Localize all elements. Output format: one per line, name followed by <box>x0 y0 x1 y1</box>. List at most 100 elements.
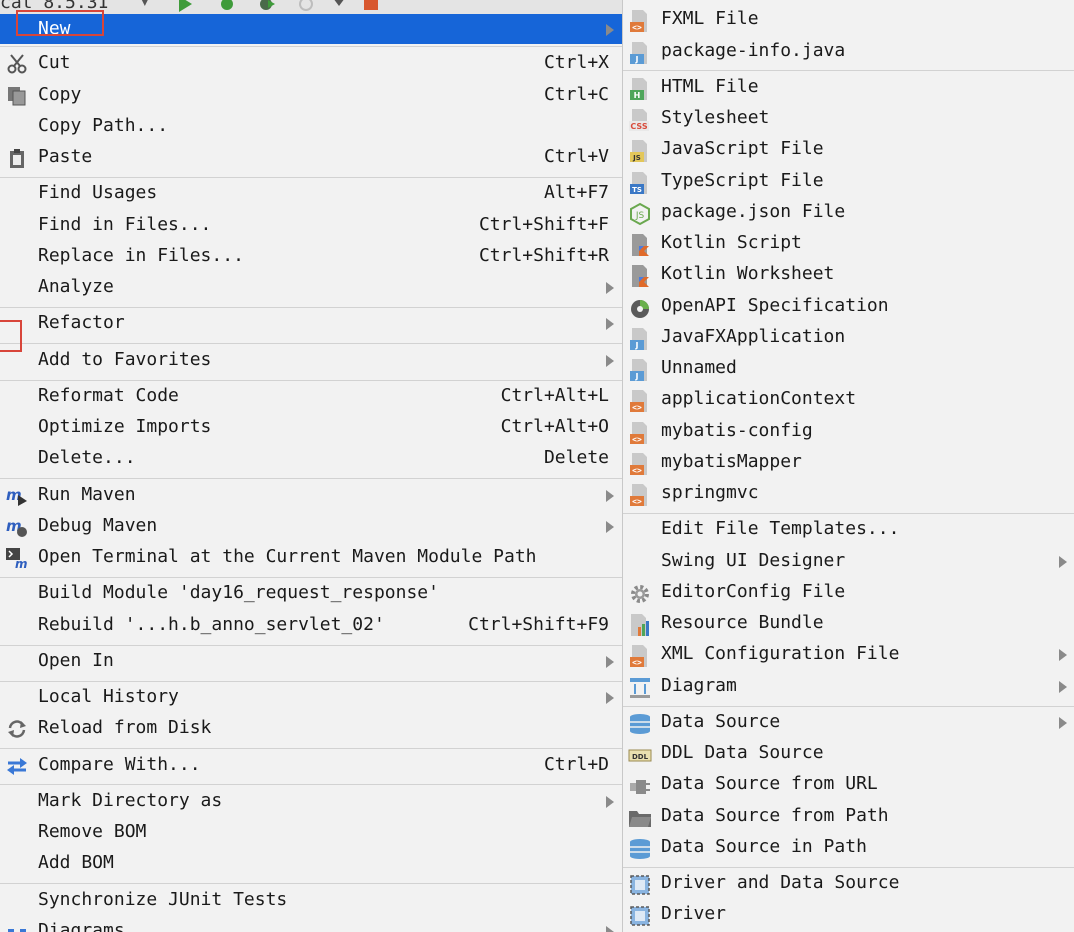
menu-item-label: Replace in Files... <box>38 245 244 266</box>
menu-item-label: Add BOM <box>38 852 114 873</box>
menu-item-run-maven[interactable]: m Run Maven <box>0 480 622 510</box>
menu-item-open-in[interactable]: Open In <box>0 646 622 676</box>
openapi-icon <box>631 300 649 318</box>
ddl-icon: DDL <box>628 749 652 762</box>
menu-item-find-in-files[interactable]: Find in Files... Ctrl+Shift+F <box>0 210 622 240</box>
maven-terminal-icon: m <box>6 548 28 569</box>
submenu-item-label: EditorConfig File <box>661 581 846 602</box>
submenu-item-data-source-from-path[interactable]: Data Source from Path <box>623 801 1074 831</box>
submenu-item-edit-file-templates[interactable]: Edit File Templates... <box>623 514 1074 544</box>
menu-item-remove-bom[interactable]: Remove BOM <box>0 817 622 847</box>
submenu-item-openapi-specification[interactable]: OpenAPI Specification <box>623 291 1074 321</box>
menu-item-compare-with[interactable]: Compare With... Ctrl+D <box>0 750 622 780</box>
svg-text:J: J <box>635 55 639 64</box>
java-file-icon: J <box>630 42 647 64</box>
submenu-item-unnamed[interactable]: J Unnamed <box>623 353 1074 383</box>
submenu-item-swing-ui-designer[interactable]: Swing UI Designer <box>623 546 1074 576</box>
submenu-item-applicationcontext[interactable]: <> applicationContext <box>623 384 1074 414</box>
menu-separator <box>0 748 622 749</box>
submenu-item-data-source[interactable]: Data Source <box>623 707 1074 737</box>
submenu-item-diagram[interactable]: Diagram <box>623 671 1074 701</box>
menu-item-label: Local History <box>38 686 179 707</box>
submenu-item-javascript-file[interactable]: JS JavaScript File <box>623 134 1074 164</box>
debug-icon[interactable] <box>218 0 236 12</box>
more-run-options-icon[interactable] <box>330 0 348 12</box>
profile-icon[interactable] <box>298 0 316 12</box>
menu-item-diagrams[interactable]: Diagrams <box>0 916 622 932</box>
menu-item-delete[interactable]: Delete... Delete <box>0 443 622 473</box>
submenu-item-ddl-data-source[interactable]: DDL DDL Data Source <box>623 738 1074 768</box>
java-file-icon: J <box>630 328 647 350</box>
submenu-item-label: Data Source in Path <box>661 836 867 857</box>
menu-item-cut[interactable]: Cut Ctrl+X <box>0 48 622 78</box>
submenu-item-kotlin-script[interactable]: Kotlin Script <box>623 228 1074 258</box>
submenu-item-label: JavaFXApplication <box>661 326 846 347</box>
driver-icon <box>630 906 650 926</box>
css-file-icon: CSS <box>629 109 649 131</box>
menu-item-refactor[interactable]: Refactor <box>0 308 622 338</box>
submenu-item-resource-bundle[interactable]: Resource Bundle <box>623 608 1074 638</box>
coverage-icon[interactable] <box>258 0 276 12</box>
menu-item-local-history[interactable]: Local History <box>0 682 622 712</box>
submenu-item-fxml-file[interactable]: <> FXML File <box>623 4 1074 34</box>
submenu-separator <box>623 70 1074 71</box>
menu-item-debug-maven[interactable]: m Debug Maven <box>0 511 622 541</box>
menu-item-synchronize-junit-tests[interactable]: Synchronize JUnit Tests <box>0 885 622 915</box>
submenu-item-mybatismapper[interactable]: <> mybatisMapper <box>623 447 1074 477</box>
menu-item-copy[interactable]: Copy Ctrl+C <box>0 80 622 110</box>
menu-item-mark-directory-as[interactable]: Mark Directory as <box>0 786 622 816</box>
menu-item-label: Build Module 'day16_request_response' <box>38 582 439 603</box>
submenu-item-mybatis-config[interactable]: <> mybatis-config <box>623 416 1074 446</box>
menu-item-open-terminal[interactable]: m Open Terminal at the Current Maven Mod… <box>0 542 622 572</box>
submenu-item-label: mybatis-config <box>661 420 813 441</box>
submenu-item-javafxapplication[interactable]: J JavaFXApplication <box>623 322 1074 352</box>
submenu-item-editorconfig-file[interactable]: EditorConfig File <box>623 577 1074 607</box>
menu-item-label: Find Usages <box>38 182 158 203</box>
menu-item-label: Analyze <box>38 276 114 297</box>
submenu-item-label: HTML File <box>661 76 759 97</box>
menu-item-build-module[interactable]: Build Module 'day16_request_response' <box>0 578 622 608</box>
submenu-item-springmvc[interactable]: <> springmvc <box>623 478 1074 508</box>
menu-item-label: Rebuild '...h.b_anno_servlet_02' <box>38 614 385 635</box>
submenu-item-package-info[interactable]: J package-info.java <box>623 36 1074 66</box>
submenu-item-label: package-info.java <box>661 40 846 61</box>
menu-separator <box>0 784 622 785</box>
submenu-item-data-source-from-url[interactable]: Data Source from URL <box>623 769 1074 799</box>
stop-icon[interactable] <box>362 0 380 12</box>
submenu-item-xml-configuration-file[interactable]: <> XML Configuration File <box>623 639 1074 669</box>
submenu-item-driver-and-data-source[interactable]: Driver and Data Source <box>623 868 1074 898</box>
menu-item-reload-from-disk[interactable]: Reload from Disk <box>0 713 622 743</box>
menu-item-copy-path[interactable]: Copy Path... <box>0 111 622 141</box>
submenu-item-driver[interactable]: Driver <box>623 899 1074 929</box>
xml-file-icon: <> <box>630 645 647 667</box>
submenu-item-stylesheet[interactable]: CSS Stylesheet <box>623 103 1074 133</box>
submenu-item-data-source-in-path[interactable]: Data Source in Path <box>623 832 1074 862</box>
menu-item-replace-in-files[interactable]: Replace in Files... Ctrl+Shift+R <box>0 241 622 271</box>
menu-item-paste[interactable]: Paste Ctrl+V <box>0 142 622 172</box>
resource-bundle-icon <box>631 614 649 636</box>
submenu-item-kotlin-worksheet[interactable]: Kotlin Worksheet <box>623 259 1074 289</box>
menu-item-rebuild[interactable]: Rebuild '...h.b_anno_servlet_02' Ctrl+Sh… <box>0 610 622 640</box>
menu-item-reformat-code[interactable]: Reformat Code Ctrl+Alt+L <box>0 381 622 411</box>
run-icon[interactable] <box>176 0 194 12</box>
menu-item-label: Mark Directory as <box>38 790 223 811</box>
menu-item-shortcut: Delete <box>543 447 609 468</box>
submenu-arrow-icon <box>1059 556 1067 568</box>
submenu-item-label: package.json File <box>661 201 846 222</box>
submenu-item-label: FXML File <box>661 8 759 29</box>
submenu-item-typescript-file[interactable]: TS TypeScript File <box>623 166 1074 196</box>
menu-item-find-usages[interactable]: Find Usages Alt+F7 <box>0 178 622 208</box>
submenu-arrow-icon <box>606 355 614 367</box>
svg-text:<>: <> <box>632 497 642 506</box>
submenu-item-html-file[interactable]: H HTML File <box>623 72 1074 102</box>
menu-item-optimize-imports[interactable]: Optimize Imports Ctrl+Alt+O <box>0 412 622 442</box>
menu-item-analyze[interactable]: Analyze <box>0 272 622 302</box>
submenu-item-label: applicationContext <box>661 388 857 409</box>
maven-debug-icon: m <box>6 517 27 537</box>
submenu-item-package-json[interactable]: JS package.json File <box>623 197 1074 227</box>
highlight-box <box>0 320 22 352</box>
chevron-down-icon[interactable]: ▾ <box>140 0 150 11</box>
nodejs-icon: JS <box>630 202 650 226</box>
menu-item-add-to-favorites[interactable]: Add to Favorites <box>0 345 622 375</box>
menu-item-add-bom[interactable]: Add BOM <box>0 848 622 878</box>
